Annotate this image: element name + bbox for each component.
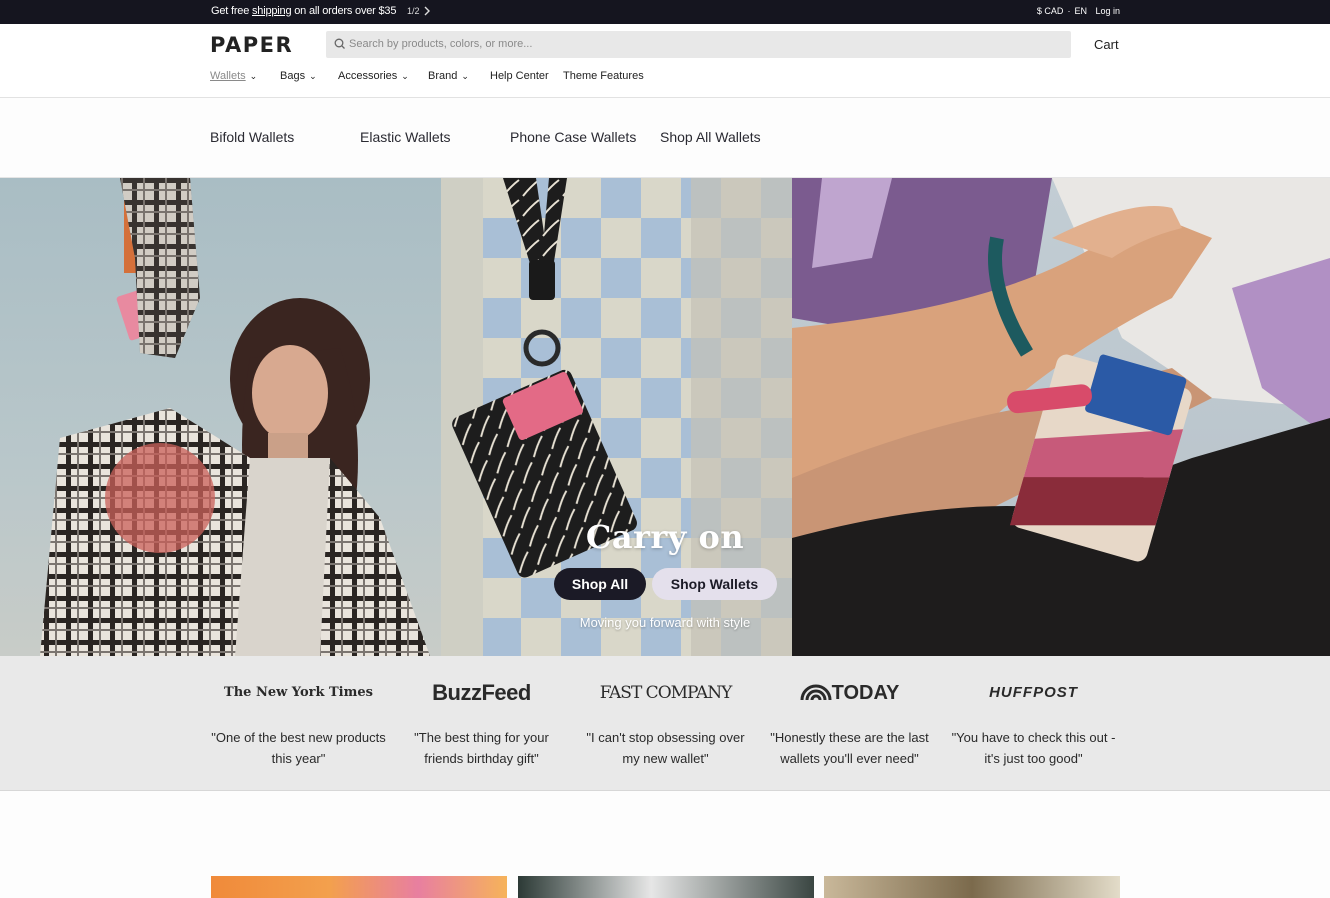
hero-banner: Carry on Shop All Shop Wallets Moving yo… [0, 178, 1330, 656]
search-input[interactable]: Search by products, colors, or more... [326, 31, 1071, 58]
collection-card-image[interactable] [518, 876, 814, 898]
today-logo: TODAY [762, 682, 937, 705]
announcement-bar: Get free shipping on all orders over $35… [0, 0, 1330, 24]
chevron-down-icon: ⌄ [401, 71, 409, 81]
nyt-logo: The New York Times [224, 685, 373, 700]
chevron-down-icon: ⌄ [461, 71, 469, 81]
submenu-phone-case-wallets[interactable]: Phone Case Wallets [510, 129, 636, 145]
shipping-link[interactable]: shipping [252, 5, 292, 17]
announcement-pager: 1/2 [407, 6, 420, 16]
wallets-submenu: Bifold Wallets Elastic Wallets Phone Cas… [0, 98, 1330, 178]
chevron-down-icon: ⌄ [249, 71, 258, 81]
rainbow-icon [800, 684, 832, 701]
shop-wallets-button[interactable]: Shop Wallets [652, 568, 777, 600]
collection-card-image[interactable] [211, 876, 507, 898]
brand-logo[interactable]: PAPER [210, 33, 293, 57]
buzzfeed-logo: BuzzFeed [432, 680, 531, 705]
hero-subtitle: Moving you forward with style [579, 615, 751, 630]
hero-image-wrist-wallet [792, 178, 1330, 656]
nav-item-brand[interactable]: Brand ⌄ [428, 70, 469, 82]
submenu-bifold-wallets[interactable]: Bifold Wallets [210, 129, 294, 145]
currency-selector[interactable]: $ CAD [1037, 6, 1064, 16]
submenu-elastic-wallets[interactable]: Elastic Wallets [360, 129, 451, 145]
cart-link[interactable]: Cart [1094, 37, 1119, 52]
announcement-message: Get free shipping on all orders over $35 [211, 5, 397, 17]
locale-and-account: $ CAD · EN Log in [1036, 6, 1120, 16]
collection-card-image[interactable] [824, 876, 1120, 898]
press-section: The New York Times "One of the best new … [0, 656, 1330, 791]
press-quote: "I can't stop obsessing over my new wall… [586, 730, 745, 766]
submenu-shop-all-wallets[interactable]: Shop All Wallets [660, 129, 761, 145]
collection-cards [0, 791, 1330, 898]
chevron-down-icon: ⌄ [309, 71, 317, 81]
login-link[interactable]: Log in [1095, 6, 1120, 16]
search-placeholder: Search by products, colors, or more... [349, 38, 533, 50]
language-selector[interactable]: EN [1074, 6, 1087, 16]
site-header: PAPER Search by products, colors, or mor… [0, 24, 1330, 98]
search-icon [333, 37, 347, 51]
nav-item-help-center[interactable]: Help Center [490, 70, 549, 82]
hero-image-woman-plaid [0, 178, 441, 656]
nav-item-theme-features[interactable]: Theme Features [563, 70, 644, 82]
press-quote: "One of the best new products this year" [211, 730, 386, 766]
chevron-right-icon[interactable] [423, 4, 431, 21]
nav-item-wallets[interactable]: Wallets ⌄ [210, 70, 257, 82]
press-quote: "Honestly these are the last wallets you… [770, 730, 929, 766]
huffpost-logo: HUFFPOST [989, 684, 1078, 701]
press-quote: "The best thing for your friends birthda… [414, 730, 549, 766]
fast-company-logo: FAST COMPANY [599, 683, 733, 703]
nav-item-accessories[interactable]: Accessories ⌄ [338, 70, 409, 82]
nav-item-bags[interactable]: Bags ⌄ [280, 70, 317, 82]
hero-title: Carry on [585, 518, 745, 556]
press-quote: "You have to check this out - it's just … [951, 730, 1116, 766]
page: Get free shipping on all orders over $35… [0, 0, 1330, 898]
shop-all-button[interactable]: Shop All [554, 568, 646, 600]
